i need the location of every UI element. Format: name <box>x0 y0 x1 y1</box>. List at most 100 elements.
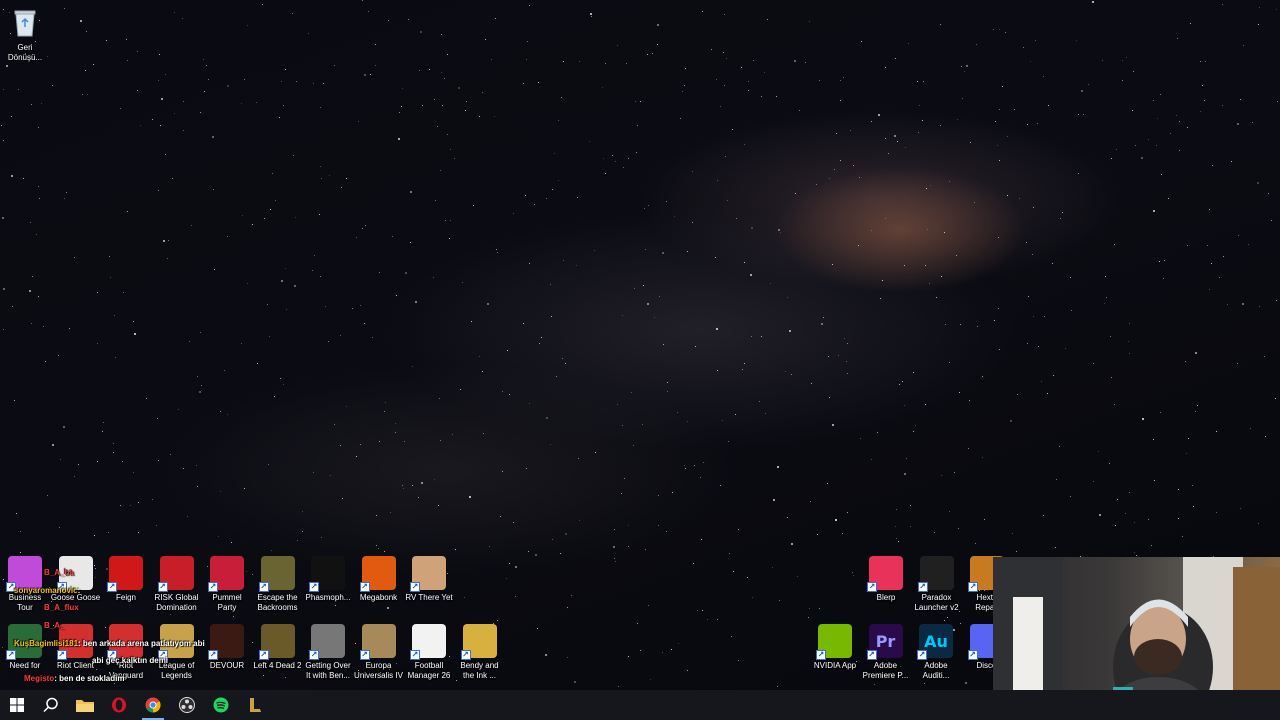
desktop-shortcut[interactable]: ↗ NVIDIA App <box>810 624 860 671</box>
star <box>612 155 613 156</box>
star <box>270 209 271 210</box>
star <box>466 101 467 102</box>
shortcut-arrow-icon: ↗ <box>967 650 978 660</box>
star <box>134 333 136 335</box>
star <box>715 257 716 258</box>
star <box>722 420 723 421</box>
search-icon <box>43 697 58 713</box>
star <box>829 178 830 179</box>
star <box>3 89 4 90</box>
desktop-shortcut[interactable]: ↗ Left 4 Dead 2 <box>253 624 303 671</box>
star <box>847 512 848 513</box>
star <box>252 224 253 225</box>
desktop-shortcut[interactable]: ↗ Escape the Backrooms <box>253 556 303 613</box>
star <box>1114 404 1115 405</box>
star <box>14 400 15 401</box>
shortcut-label: Football Manager 26 <box>407 661 451 680</box>
star <box>817 534 818 535</box>
desktop-shortcut[interactable]: ↗ Europa Universalis IV <box>354 624 404 681</box>
star <box>546 417 548 419</box>
chrome-button[interactable] <box>136 690 170 720</box>
opera-button[interactable] <box>102 690 136 720</box>
shortcut-arrow-icon: ↗ <box>867 582 877 592</box>
star <box>360 305 361 306</box>
europa-icon: ↗ <box>359 624 396 660</box>
star <box>731 636 732 637</box>
star <box>727 200 728 201</box>
star <box>152 119 153 120</box>
desktop-shortcut[interactable]: Pr ↗ Adobe Premiere P... <box>861 624 911 681</box>
star <box>358 121 359 122</box>
star <box>482 371 483 372</box>
shortcut-label: Adobe Premiere P... <box>862 661 909 680</box>
star <box>268 464 269 465</box>
star <box>120 505 121 506</box>
star <box>1250 428 1251 429</box>
recycle-bin-shortcut[interactable]: Geri Dönüşü... <box>0 6 50 63</box>
start-button[interactable] <box>0 690 34 720</box>
star <box>199 391 201 393</box>
star <box>1209 289 1210 290</box>
star <box>69 328 70 329</box>
shortcut-arrow-icon: ↗ <box>410 582 420 592</box>
desktop-shortcut[interactable]: ↗ Blerp <box>861 556 911 603</box>
star <box>940 24 941 25</box>
star <box>395 432 396 433</box>
star <box>834 169 835 170</box>
desktop-shortcut[interactable]: ↗ Megabonk <box>354 556 404 603</box>
desktop-shortcut[interactable]: ↗ Football Manager 26 <box>404 624 454 681</box>
league-client-button[interactable] <box>238 690 272 720</box>
star <box>720 485 721 486</box>
star <box>376 515 377 516</box>
star <box>1129 353 1130 354</box>
star <box>285 677 286 678</box>
star <box>1128 341 1129 342</box>
obs-button[interactable] <box>170 690 204 720</box>
shortcut-arrow-icon: ↗ <box>309 650 319 660</box>
star <box>297 540 298 541</box>
star <box>342 498 343 499</box>
star <box>1028 296 1029 297</box>
star <box>1154 480 1155 481</box>
star <box>247 283 248 284</box>
bendy-icon: ↗ <box>460 624 497 660</box>
spotify-button[interactable] <box>204 690 238 720</box>
star <box>645 549 646 550</box>
star <box>634 288 635 289</box>
star <box>735 414 736 415</box>
star <box>196 465 197 466</box>
desktop-shortcut[interactable]: ↗ Bendy and the Ink ... <box>455 624 505 681</box>
star <box>692 222 693 223</box>
star <box>534 204 535 205</box>
desktop-shortcut[interactable]: ↗ Paradox Launcher v2 <box>912 556 962 613</box>
star <box>904 473 906 475</box>
star <box>137 51 138 52</box>
desktop-shortcut[interactable]: ↗ RV There Yet <box>404 556 454 603</box>
blerp-icon: ↗ <box>867 556 903 592</box>
star <box>120 108 121 109</box>
desktop-shortcut[interactable]: Au ↗ Adobe Auditi... <box>911 624 961 681</box>
star <box>628 546 629 547</box>
star <box>156 525 157 526</box>
desktop-shortcut[interactable]: ↗ Getting Over It with Ben... <box>303 624 353 681</box>
star <box>158 460 159 461</box>
star <box>693 563 694 564</box>
star <box>408 19 409 20</box>
star <box>697 610 698 611</box>
escape-backrooms-icon: ↗ <box>258 556 295 592</box>
desktop-shortcut[interactable]: ↗ Phasmoph... <box>303 556 353 603</box>
star <box>538 82 539 83</box>
star <box>1111 158 1112 159</box>
star <box>1177 38 1178 39</box>
search-button[interactable] <box>34 690 68 720</box>
star <box>362 228 363 229</box>
file-explorer-button[interactable] <box>68 690 102 720</box>
star <box>525 195 526 196</box>
star <box>738 660 739 661</box>
star <box>944 232 945 233</box>
star <box>640 101 641 102</box>
star <box>167 258 168 259</box>
star <box>1017 394 1018 395</box>
star <box>944 620 945 621</box>
star <box>808 617 809 618</box>
